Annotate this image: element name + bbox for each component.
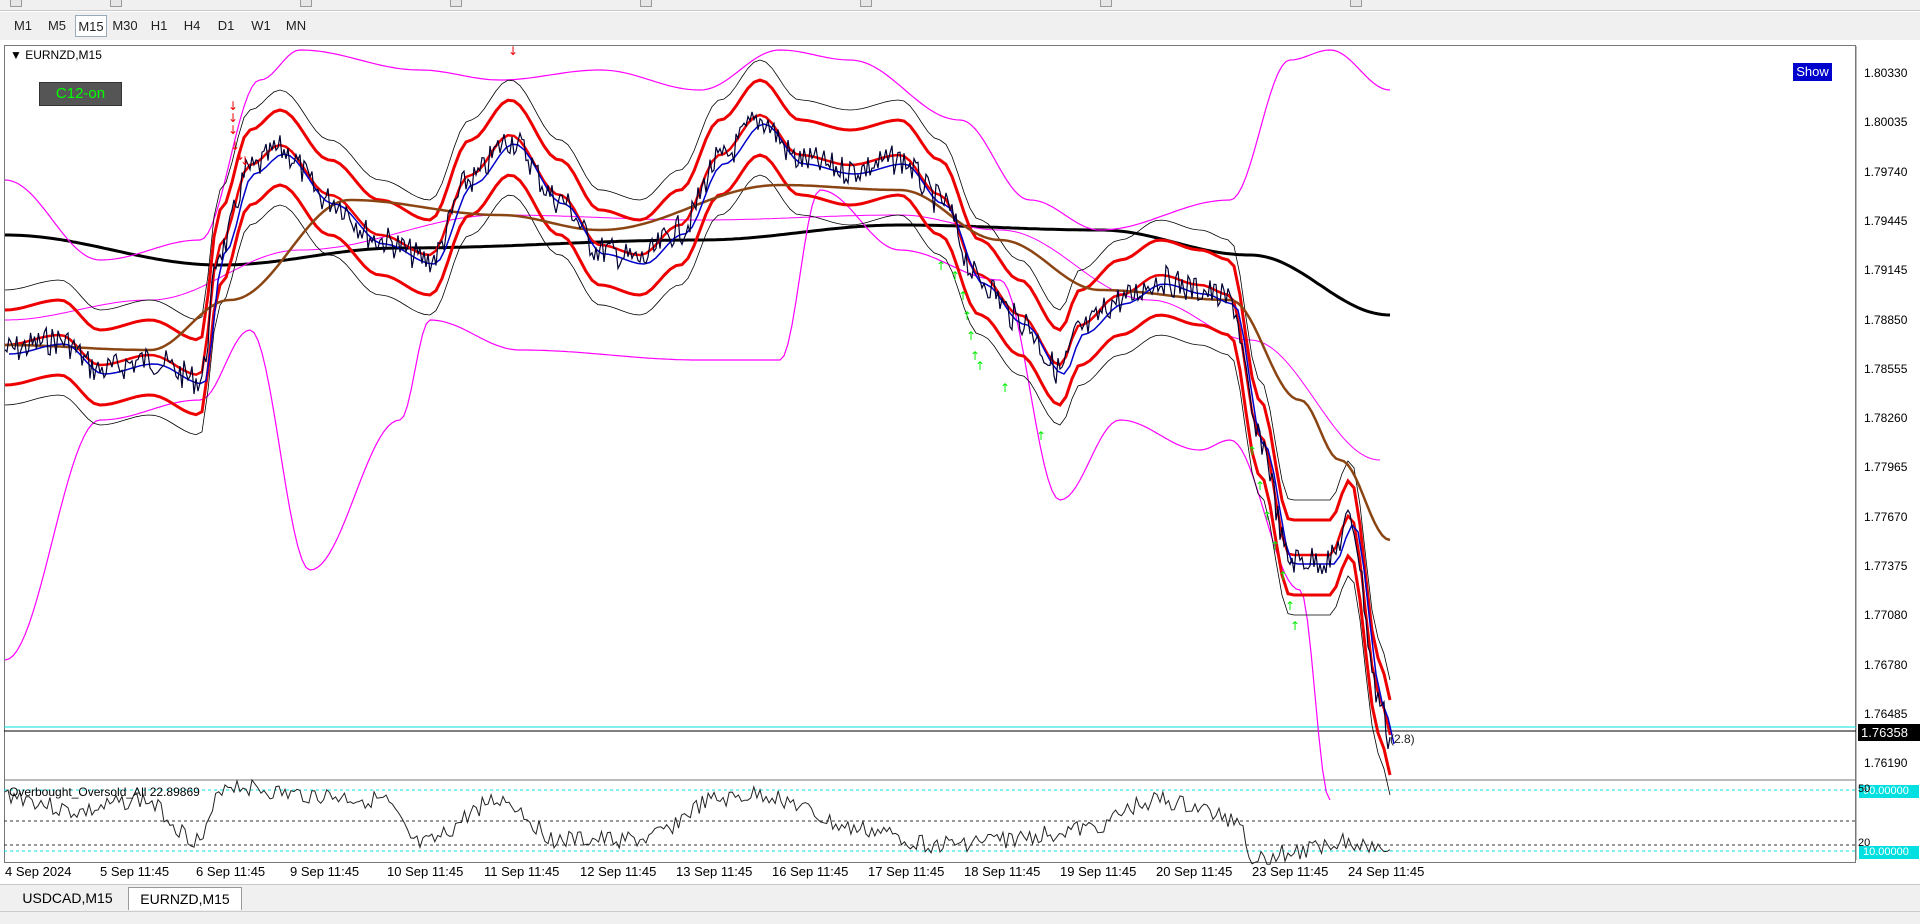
price-axis-label: 1.77080: [1864, 608, 1908, 623]
price-axis-label: 1.78260: [1864, 411, 1908, 426]
buy-arrow-icon: ↑: [966, 329, 976, 343]
buy-arrow-icon: ↑: [1285, 599, 1295, 613]
time-axis-label: 16 Sep 11:45: [772, 864, 849, 879]
time-axis-label: 12 Sep 11:45: [580, 864, 657, 879]
status-bar: [0, 911, 1920, 924]
price-axis-label: 1.77965: [1864, 460, 1908, 475]
fast-ma-line: [8, 123, 1395, 745]
chart-tabs-bar: USDCAD,M15 EURNZD,M15: [0, 884, 1920, 911]
sell-arrow-icon: ↓: [228, 123, 238, 137]
symbol-marker-icon: ▼: [10, 48, 26, 62]
oscillator-line: [4, 778, 1391, 865]
buy-arrow-icon: ↑: [936, 259, 946, 273]
buy-arrow-icon: ↑: [1262, 509, 1272, 523]
buy-arrow-icon: ↑: [950, 269, 960, 283]
buy-arrow-icon: ↑: [1036, 429, 1046, 443]
show-button[interactable]: Show: [1793, 63, 1832, 81]
chart-canvas[interactable]: ↓↓↓↓↓↓↓↑↑↑↑↑↑↑↑↑↑↑↑↑↑↑↑: [0, 0, 1920, 923]
bollinger-lower-line: [4, 189, 1331, 801]
time-axis-label: 19 Sep 11:45: [1060, 864, 1137, 879]
buy-arrow-icon: ↑: [975, 359, 985, 373]
time-axis-label: 13 Sep 11:45: [676, 864, 753, 879]
time-axis-label: 17 Sep 11:45: [868, 864, 945, 879]
current-price-label: 1.76358: [1858, 724, 1920, 741]
price-line: [4, 111, 1391, 750]
price-axis-label: 1.80035: [1864, 115, 1908, 130]
buy-arrow-icon: ↑: [1247, 444, 1257, 458]
envelope-mid-line: [4, 113, 1392, 736]
price-axis-label: 1.80330: [1864, 66, 1908, 80]
oscillator-label: Overbought_Oversold_All 22.89869: [9, 785, 200, 799]
price-axis-label: 1.76190: [1864, 756, 1908, 771]
c12-toggle-button[interactable]: C12-on: [39, 82, 122, 106]
buy-arrow-icon: ↑: [1270, 539, 1280, 553]
time-axis-label: 24 Sep 11:45: [1348, 864, 1425, 879]
price-axis-label: 1.76780: [1864, 657, 1908, 672]
time-axis-label: 18 Sep 11:45: [964, 864, 1041, 879]
time-axis-label: 10 Sep 11:45: [387, 864, 464, 879]
buy-arrow-icon: ↑: [1278, 569, 1288, 583]
time-axis-label: 9 Sep 11:45: [290, 864, 360, 879]
time-axis-label: 20 Sep 11:45: [1156, 864, 1233, 879]
price-axis-label: 1.78850: [1864, 312, 1908, 327]
price-axis-label: 1.78555: [1864, 361, 1908, 376]
buy-arrow-icon: ↑: [958, 289, 968, 303]
tab-usdcad[interactable]: USDCAD,M15: [10, 887, 125, 910]
sell-arrow-icon: ↓: [508, 44, 518, 58]
bollinger-inner-upper: [4, 59, 1391, 681]
price-axis-label: 1.77375: [1864, 559, 1908, 573]
price-axis-label: 1.79445: [1864, 213, 1908, 228]
chart-symbol-label: ▼ EURNZD,M15: [10, 48, 102, 62]
price-axis-label: 1.79740: [1864, 164, 1908, 179]
price-tag-label: (2.8): [1390, 732, 1415, 746]
oscillator-level-low: 10.00000: [1859, 846, 1919, 859]
buy-arrow-icon: ↑: [962, 309, 972, 323]
price-axis-label: 1.76485: [1864, 706, 1908, 721]
sell-arrow-icon: ↓: [240, 154, 250, 168]
tab-eurnzd[interactable]: EURNZD,M15: [128, 887, 242, 910]
buy-arrow-icon: ↑: [1290, 619, 1300, 633]
price-axis-label: 1.77670: [1864, 509, 1908, 524]
buy-arrow-icon: ↑: [1255, 479, 1265, 493]
time-axis-label: 5 Sep 11:45: [100, 864, 170, 879]
oscillator-axis-mid: 50: [1858, 783, 1871, 795]
time-axis-label: 23 Sep 11:45: [1252, 864, 1329, 879]
buy-arrow-icon: ↑: [1000, 381, 1010, 395]
price-axis-label: 1.79145: [1864, 263, 1908, 278]
time-axis-label: 6 Sep 11:45: [196, 864, 266, 879]
time-axis-label: 11 Sep 11:45: [484, 864, 560, 879]
time-axis-label: 4 Sep 2024: [5, 864, 72, 879]
bollinger-inner-lower: [4, 174, 1391, 796]
